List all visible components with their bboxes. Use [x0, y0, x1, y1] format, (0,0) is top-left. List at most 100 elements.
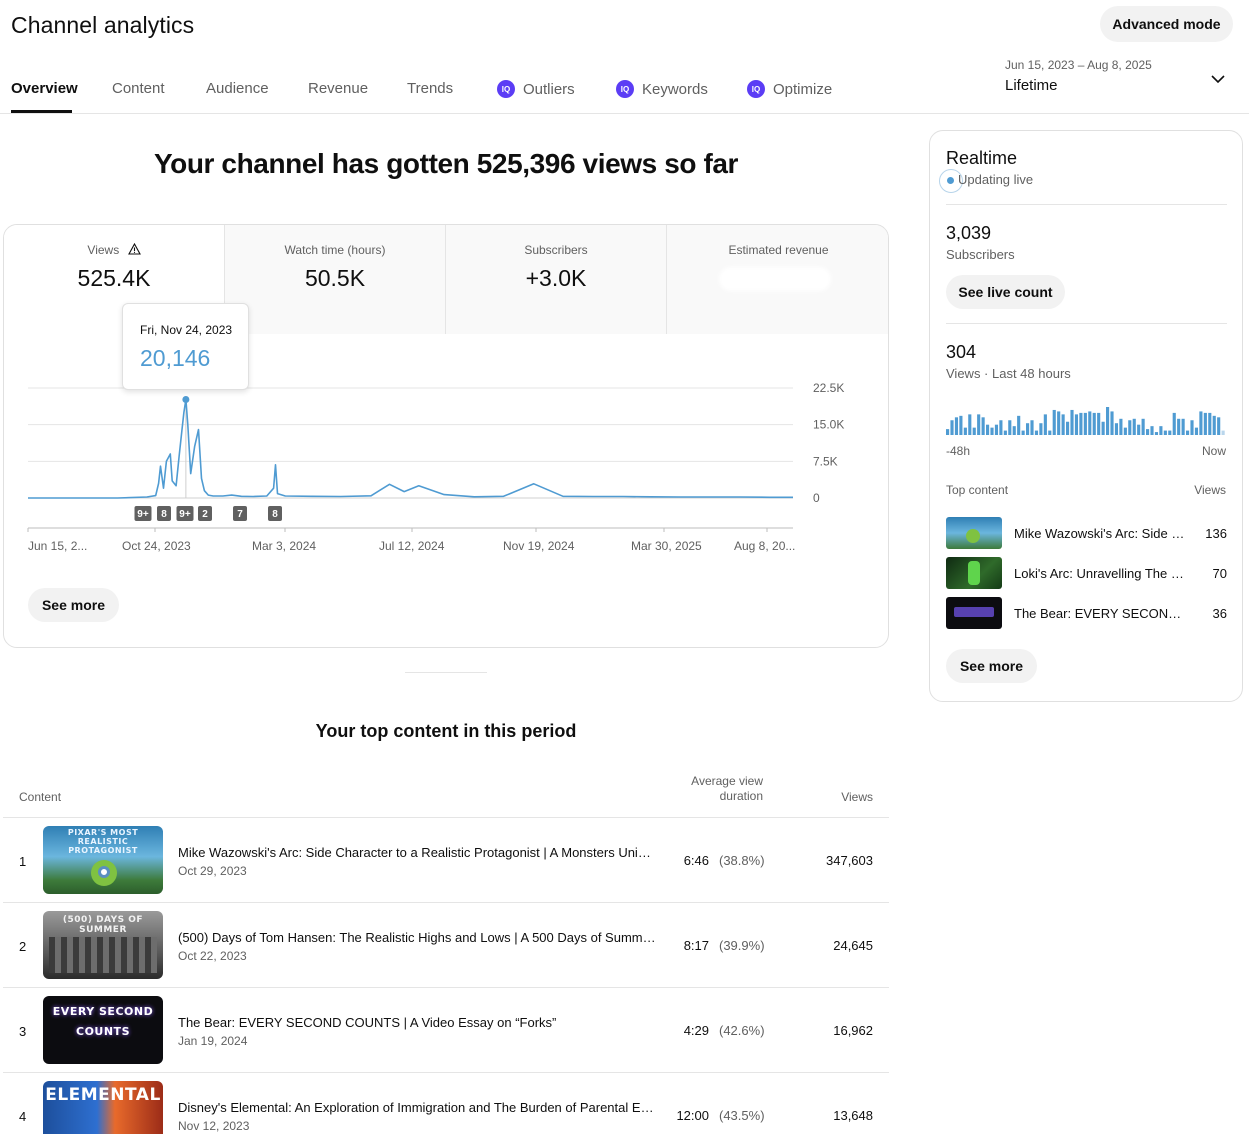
top-content-title: Your top content in this period: [315, 721, 577, 741]
realtime-bar: [1043, 414, 1047, 435]
tab-keywords[interactable]: IQ Keywords: [616, 80, 708, 98]
x-tick-label: Mar 3, 2024: [252, 539, 316, 553]
video-thumbnail[interactable]: ELEMENTAL: [43, 1081, 163, 1134]
tab-overview[interactable]: Overview: [11, 80, 78, 97]
metric-value: +3.0K: [525, 265, 587, 291]
series-line-views: [28, 398, 793, 499]
realtime-bar: [1101, 421, 1105, 435]
video-thumbnail[interactable]: PIXAR'S MOST REALISTIC PROTAGONIST: [43, 826, 163, 894]
realtime-bar: [959, 415, 963, 435]
date-range-text[interactable]: Jun 15, 2023 – Aug 8, 2025: [1005, 58, 1152, 72]
video-title[interactable]: The Bear: EVERY SECOND COUNTS | A Video …: [178, 1015, 656, 1030]
thumbnail-text: EVERY SECOND COUNTS: [52, 1005, 154, 1038]
realtime-bar: [999, 420, 1003, 435]
table-row[interactable]: 4 ELEMENTAL Disney's Elemental: An Explo…: [3, 1072, 889, 1134]
realtime-bar: [1163, 430, 1167, 435]
realtime-bar: [950, 420, 954, 435]
avg-percent: (42.6%): [719, 1023, 765, 1038]
realtime-axis-start: -48h: [946, 444, 971, 458]
realtime-subscribers-label: Subscribers: [946, 247, 1015, 262]
see-live-count-button[interactable]: See live count: [946, 275, 1065, 309]
realtime-bar: [1132, 418, 1136, 435]
realtime-content-item[interactable]: Mike Wazowski's Arc: Side Character to a…: [946, 517, 1227, 551]
tab-content[interactable]: Content: [112, 80, 165, 97]
realtime-bar: [1128, 420, 1132, 435]
y-tick-label: 0: [813, 491, 820, 505]
views-headline: Your channel has gotten 525,396 views so…: [153, 148, 739, 179]
tab-trends[interactable]: Trends: [407, 80, 453, 97]
realtime-bar: [1203, 412, 1207, 435]
video-views: 347,603: [826, 853, 873, 868]
realtime-bar: [1083, 412, 1087, 435]
video-title[interactable]: Mike Wazowski's Arc: Side Character to a…: [178, 845, 656, 860]
row-rank: 4: [19, 1109, 27, 1124]
avg-percent: (38.8%): [719, 853, 765, 868]
realtime-bar: [1008, 420, 1012, 435]
metric-estimated-revenue[interactable]: Estimated revenue: [667, 225, 888, 334]
realtime-bar: [1123, 427, 1127, 435]
annotation-label: 7: [237, 509, 243, 520]
realtime-content-item[interactable]: Loki's Arc: Unravelling The Burden of Gl…: [946, 557, 1227, 591]
realtime-bar: [1150, 426, 1154, 435]
realtime-bar: [1066, 421, 1070, 435]
x-tick-label: Jul 12, 2024: [379, 539, 445, 553]
video-thumbnail: [946, 557, 1002, 589]
x-tick-label: Aug 8, 20...: [734, 539, 795, 553]
warning-icon[interactable]: [127, 242, 141, 255]
table-row[interactable]: 2 (500) DAYS OF SUMMER (500) Days of Tom…: [3, 902, 889, 987]
thumbnail-art: [49, 937, 157, 973]
video-title[interactable]: (500) Days of Tom Hansen: The Realistic …: [178, 930, 656, 945]
tab-revenue[interactable]: Revenue: [308, 80, 368, 97]
realtime-content-item[interactable]: The Bear: EVERY SECOND COUNTS 36: [946, 597, 1227, 631]
advanced-mode-button[interactable]: Advanced mode: [1100, 6, 1233, 42]
video-title[interactable]: Disney's Elemental: An Exploration of Im…: [178, 1100, 656, 1115]
realtime-axis-end: Now: [1201, 444, 1226, 458]
chevron-down-icon[interactable]: [1209, 70, 1227, 88]
tab-optimize[interactable]: IQ Optimize: [747, 80, 832, 98]
video-thumbnail[interactable]: (500) DAYS OF SUMMER: [43, 911, 163, 979]
realtime-bar: [1217, 417, 1221, 435]
date-preset[interactable]: Lifetime: [1005, 77, 1058, 94]
table-row[interactable]: 1 PIXAR'S MOST REALISTIC PROTAGONIST Mik…: [3, 817, 889, 902]
y-tick-label: 15.0K: [813, 418, 844, 432]
vidiq-icon: IQ: [616, 80, 634, 98]
realtime-bar: [946, 429, 950, 435]
views-column-label: Views: [1194, 483, 1226, 497]
realtime-bar: [963, 427, 967, 435]
video-views: 36: [1212, 606, 1227, 621]
chart-tooltip: Fri, Nov 24, 2023 20,146: [122, 303, 249, 390]
page-title: Channel analytics: [11, 12, 195, 38]
video-date: Oct 29, 2023: [178, 864, 247, 878]
column-header-avd[interactable]: Average view duration: [671, 774, 763, 804]
metric-watch-time[interactable]: Watch time (hours) 50.5K: [225, 225, 446, 334]
realtime-bar: [1212, 415, 1216, 435]
tab-outliers[interactable]: IQ Outliers: [497, 80, 575, 98]
tab-audience[interactable]: Audience: [206, 80, 269, 97]
realtime-views-value: 304: [946, 342, 977, 362]
avg-duration: 12:00: [676, 1108, 709, 1123]
annotation-label: 8: [272, 509, 278, 520]
table-row[interactable]: 3 EVERY SECOND COUNTS The Bear: EVERY SE…: [3, 987, 889, 1072]
row-rank: 1: [19, 854, 27, 869]
column-header-views[interactable]: Views: [820, 790, 873, 804]
realtime-bar: [990, 427, 994, 435]
realtime-see-more-button[interactable]: See more: [946, 649, 1037, 683]
realtime-bar-chart[interactable]: [946, 393, 1226, 435]
realtime-title: Realtime: [946, 148, 1018, 168]
see-more-button[interactable]: See more: [28, 588, 119, 622]
metric-subscribers[interactable]: Subscribers +3.0K: [446, 225, 667, 334]
vidiq-icon: IQ: [497, 80, 515, 98]
thumbnail-text: ELEMENTAL: [45, 1085, 161, 1105]
video-thumbnail[interactable]: EVERY SECOND COUNTS: [43, 996, 163, 1064]
x-tick-label: Nov 19, 2024: [503, 539, 575, 553]
realtime-bar: [1154, 432, 1159, 435]
views-line-chart[interactable]: 22.5K 15.0K 7.5K 0 Jun 15, 2... Oct 24, 2023 M…: [0, 370, 892, 560]
realtime-bar: [1079, 412, 1083, 435]
realtime-bar: [1146, 429, 1150, 435]
realtime-bar: [1052, 409, 1056, 435]
realtime-bar: [1003, 430, 1007, 435]
realtime-bar: [1114, 423, 1119, 435]
video-thumbnail: [946, 517, 1002, 549]
realtime-bar: [1141, 418, 1145, 435]
realtime-bar: [994, 424, 999, 435]
